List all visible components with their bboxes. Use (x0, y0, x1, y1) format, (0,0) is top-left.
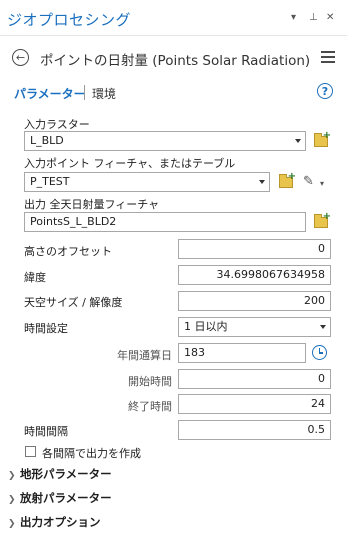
tab-environments[interactable]: 環境 (92, 85, 116, 102)
tab-separator (84, 85, 85, 100)
chevron-right-icon: ❯ (8, 519, 16, 529)
sky-size-label: 天空サイズ / 解像度 (24, 296, 123, 309)
height-offset-field[interactable]: 0 (178, 239, 331, 259)
close-icon[interactable]: ✕ (326, 12, 334, 23)
height-offset-value: 0 (318, 242, 325, 255)
chevron-down-icon (320, 325, 326, 329)
time-config-select[interactable]: 1 日以内 (178, 317, 331, 337)
dropdown-icon[interactable]: ▾ (291, 12, 296, 23)
input-points-select[interactable]: P_TEST (24, 172, 270, 192)
tool-header: ← ポイントの日射量 (Points Solar Radiation) (0, 40, 347, 78)
input-points-label: 入力ポイント フィーチャ、またはテーブル (24, 157, 236, 170)
start-time-field[interactable]: 0 (178, 369, 331, 389)
latitude-label: 緯度 (24, 271, 46, 284)
section-output-options[interactable]: ❯ 出力オプション (8, 514, 101, 530)
sky-size-value: 200 (304, 294, 325, 307)
arrow-left-icon: ← (15, 51, 26, 64)
output-field[interactable]: PointsS_L_BLD2 (24, 212, 306, 232)
output-label: 出力 全天日射量フィーチャ (24, 198, 160, 211)
browse-folder-icon[interactable]: + (314, 212, 331, 228)
section-radiation-label: 放射パラメーター (20, 491, 112, 505)
browse-folder-icon[interactable]: + (314, 131, 331, 147)
section-radiation[interactable]: ❯ 放射パラメーター (8, 490, 112, 506)
hour-interval-label: 時間間隔 (24, 425, 68, 438)
latitude-value: 34.6998067634958 (216, 268, 325, 281)
chevron-right-icon: ❯ (8, 471, 16, 481)
day-of-year-value: 183 (184, 346, 205, 359)
section-output-options-label: 出力オプション (20, 515, 101, 529)
tab-parameters[interactable]: パラメーター (14, 85, 86, 102)
menu-icon[interactable] (321, 51, 335, 63)
window-title: ジオプロセシング (7, 11, 132, 29)
start-time-value: 0 (318, 372, 325, 385)
pin-icon[interactable]: ⊥ (309, 12, 318, 23)
back-button[interactable]: ← (12, 49, 29, 66)
chevron-down-icon[interactable]: ▾ (320, 179, 324, 188)
each-interval-checkbox[interactable] (25, 446, 36, 457)
tool-title: ポイントの日射量 (Points Solar Radiation) (40, 53, 311, 69)
sky-size-field[interactable]: 200 (178, 291, 331, 311)
height-offset-label: 高さのオフセット (24, 245, 112, 258)
day-of-year-label: 年間通算日 (117, 349, 172, 362)
section-terrain-label: 地形パラメーター (20, 467, 112, 481)
input-points-value: P_TEST (30, 175, 70, 188)
chevron-down-icon (295, 139, 301, 143)
input-raster-value: L_BLD (30, 134, 64, 147)
each-interval-label: 各間隔で出力を作成 (42, 447, 141, 460)
help-icon[interactable]: ? (317, 83, 333, 99)
latitude-field[interactable]: 34.6998067634958 (178, 265, 331, 285)
hour-interval-value: 0.5 (307, 423, 326, 436)
end-time-value: 24 (311, 397, 325, 410)
clock-icon[interactable] (312, 345, 327, 360)
end-time-field[interactable]: 24 (178, 394, 331, 414)
chevron-right-icon: ❯ (8, 495, 16, 505)
tab-bar: パラメーター 環境 ? (0, 82, 347, 106)
output-value: PointsS_L_BLD2 (30, 215, 117, 228)
day-of-year-field[interactable]: 183 (178, 343, 306, 363)
pencil-icon[interactable]: ✎ (303, 174, 314, 189)
chevron-down-icon (259, 180, 265, 184)
time-config-label: 時間設定 (24, 322, 68, 335)
start-time-label: 開始時間 (128, 375, 172, 388)
time-config-value: 1 日以内 (184, 320, 228, 333)
input-raster-select[interactable]: L_BLD (24, 131, 306, 151)
input-raster-label: 入力ラスター (24, 118, 90, 131)
section-terrain[interactable]: ❯ 地形パラメーター (8, 466, 112, 482)
browse-folder-icon[interactable]: + (279, 172, 296, 188)
hour-interval-field[interactable]: 0.5 (178, 420, 331, 440)
end-time-label: 終了時間 (128, 400, 172, 413)
title-bar: ジオプロセシング ▾ ⊥ ✕ (0, 0, 347, 36)
